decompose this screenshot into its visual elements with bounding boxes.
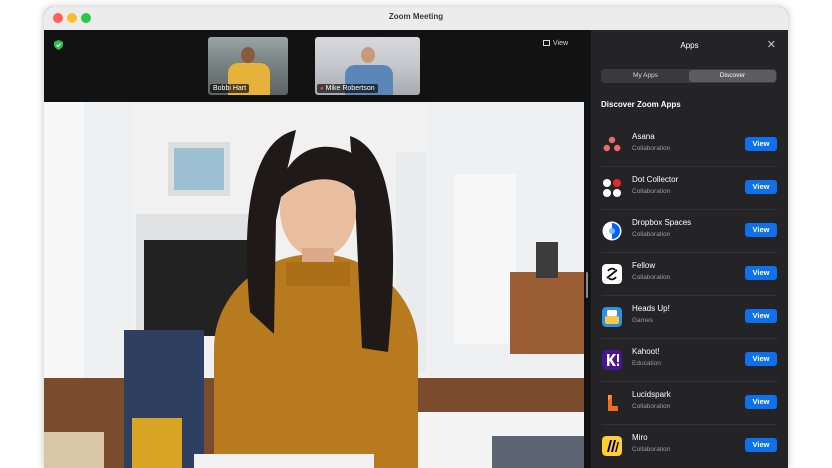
- apps-tab-switcher: My Apps Discover: [601, 69, 777, 83]
- app-name: Fellow: [632, 261, 656, 270]
- app-category: Collaboration: [632, 446, 671, 453]
- panel-resize-handle[interactable]: [586, 272, 588, 298]
- participant-name: Mike Robertson: [325, 85, 375, 92]
- participant-name-tag: ● Mike Robertson: [317, 84, 378, 93]
- app-category: Collaboration: [632, 188, 671, 195]
- muted-mic-icon: ●: [320, 86, 324, 92]
- app-list-item[interactable]: Heads Up! Games View: [601, 295, 777, 339]
- miro-icon: [602, 436, 622, 456]
- kahoot-icon: [602, 350, 622, 370]
- app-name: Heads Up!: [632, 304, 670, 313]
- view-button[interactable]: View: [543, 40, 568, 47]
- lucidspark-icon: [608, 395, 618, 411]
- app-category: Games: [632, 317, 653, 324]
- app-view-button[interactable]: View: [745, 309, 777, 323]
- asana-icon: [603, 136, 621, 152]
- app-view-button[interactable]: View: [745, 438, 777, 452]
- app-category: Collaboration: [632, 403, 671, 410]
- tab-discover[interactable]: Discover: [689, 70, 776, 82]
- app-view-button[interactable]: View: [745, 266, 777, 280]
- app-view-button[interactable]: View: [745, 395, 777, 409]
- app-view-button[interactable]: View: [745, 352, 777, 366]
- participant-name-tag: Bobbi Hart: [210, 84, 250, 93]
- app-list-item[interactable]: Kahoot! Education View: [601, 338, 777, 382]
- section-title: Discover Zoom Apps: [601, 100, 681, 109]
- app-category: Education: [632, 360, 661, 367]
- active-speaker-video[interactable]: [44, 102, 584, 468]
- app-view-button[interactable]: View: [745, 223, 777, 237]
- dot-collector-icon: [603, 179, 621, 197]
- participant-thumbnail[interactable]: ● Mike Robertson: [315, 37, 420, 95]
- app-list-item[interactable]: Miro Collaboration View: [601, 424, 777, 467]
- panel-title: Apps: [680, 41, 699, 50]
- dropbox-spaces-icon: [602, 221, 622, 241]
- tab-my-apps[interactable]: My Apps: [602, 70, 689, 82]
- app-name: Dropbox Spaces: [632, 218, 692, 227]
- app-category: Collaboration: [632, 231, 671, 238]
- participant-thumbnail[interactable]: Bobbi Hart: [208, 37, 288, 95]
- app-list-item[interactable]: Dropbox Spaces Collaboration View: [601, 209, 777, 253]
- app-name: Lucidspark: [632, 390, 671, 399]
- app-name: Asana: [632, 132, 655, 141]
- app-view-button[interactable]: View: [745, 137, 777, 151]
- view-label: View: [553, 40, 569, 47]
- meeting-area: Bobbi Hart ● Mike Robertson View: [44, 30, 591, 468]
- zoom-window: Zoom Meeting Bobbi Hart ● Mike Robertson …: [44, 7, 788, 468]
- fellow-icon: [602, 264, 622, 284]
- app-category: Collaboration: [632, 145, 671, 152]
- heads-up-icon: [602, 307, 622, 327]
- app-list-item[interactable]: Asana Collaboration View: [601, 123, 777, 167]
- gallery-view-icon: [543, 40, 550, 46]
- participant-head: [241, 47, 255, 63]
- apps-panel: Apps ✕ My Apps Discover Discover Zoom Ap…: [591, 30, 788, 468]
- encryption-shield-icon[interactable]: [54, 40, 63, 50]
- app-name: Miro: [632, 433, 648, 442]
- app-list-item[interactable]: Dot Collector Collaboration View: [601, 166, 777, 210]
- speaker-video-frame: [44, 102, 584, 468]
- app-category: Collaboration: [632, 274, 671, 281]
- app-list-item[interactable]: Lucidspark Collaboration View: [601, 381, 777, 425]
- app-name: Kahoot!: [632, 347, 660, 356]
- participant-head: [361, 47, 375, 63]
- window-title: Zoom Meeting: [388, 12, 444, 21]
- close-panel-icon[interactable]: ✕: [767, 38, 776, 51]
- participant-name: Bobbi Hart: [213, 85, 247, 92]
- app-view-button[interactable]: View: [745, 180, 777, 194]
- title-bar: Zoom Meeting: [44, 7, 788, 31]
- app-name: Dot Collector: [632, 175, 679, 184]
- app-list-item[interactable]: Fellow Collaboration View: [601, 252, 777, 296]
